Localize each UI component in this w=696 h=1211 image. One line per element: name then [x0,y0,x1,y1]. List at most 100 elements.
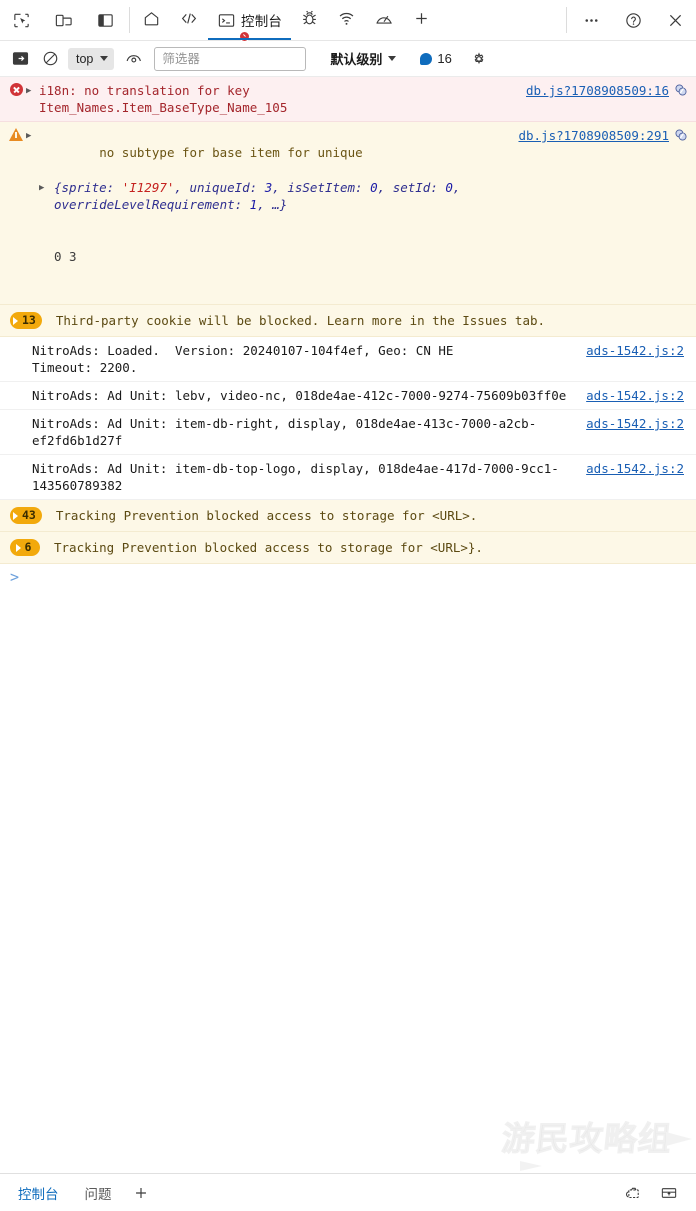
group-count-badge[interactable]: 13 [10,312,42,329]
warning-icon [6,127,26,141]
source-link[interactable]: ads-1542.js:2 [586,415,688,432]
source-link[interactable]: ads-1542.js:2 [586,387,688,404]
tab-network[interactable] [328,0,365,40]
expand-arrow-icon[interactable]: ▶ [26,82,39,99]
performance-gauge-icon [374,9,394,31]
message-text: i18n: no translation for key Item_Names.… [39,83,288,115]
group-count-value: 13 [22,313,36,327]
message-text: Tracking Prevention blocked access to st… [55,508,478,523]
console-filter-toolbar: top 默认级别 16 [0,41,696,77]
source-map-icon[interactable] [674,83,688,101]
source-link-wrap-warn: db.js?1708908509:291 [518,127,688,146]
drawer-dock-icon[interactable] [656,1180,682,1206]
console-message-group[interactable]: 13 Third-party cookie will be blocked. L… [0,305,696,337]
message-text: NitroAds: Ad Unit: lebv, video-nc, 018de… [32,388,567,403]
group-count-badge[interactable]: 6 [10,539,40,556]
inspect-tools-group [0,0,126,40]
drawer-tab-issues-label: 问题 [84,1186,112,1202]
group-count-value: 43 [22,508,36,522]
elements-code-icon [179,9,199,31]
message-extra-line: 0 3 [54,249,77,264]
source-map-icon[interactable] [674,128,688,146]
object-expand-arrow-icon[interactable]: ▶ [39,179,50,196]
toolbar-divider-right [566,7,567,33]
console-icon [217,11,250,42]
tab-performance[interactable] [365,0,403,40]
message-text: NitroAds: Loaded. Version: 20240107-104f… [32,343,454,375]
drawer-tab-console-label: 控制台 [18,1186,59,1202]
prompt-caret-icon: > [10,567,20,586]
bug-icon [300,9,319,31]
drawer-add-tab-button[interactable] [126,1178,156,1208]
info-count-value: 16 [437,51,452,66]
more-options-icon[interactable] [570,0,612,40]
source-link-wrap: db.js?1708908509:16 [526,82,688,101]
source-link[interactable]: db.js?1708908509:291 [518,127,669,144]
source-link[interactable]: ads-1542.js:2 [586,460,688,477]
tabstrip-right-tools [563,0,696,40]
group-count-badge[interactable]: 43 [10,507,42,524]
message-text: Third-party cookie will be blocked. Lear… [55,313,546,328]
watermark-arrow-icon [520,1161,542,1171]
object-preview: {sprite: 'I1297', uniqueId: 3, isSetItem… [54,180,468,212]
group-expand-arrow-icon [13,316,18,325]
tab-sources[interactable] [291,0,328,40]
execution-context-select[interactable]: top [68,47,115,70]
group-expand-arrow-icon [13,511,18,520]
source-link[interactable]: ads-1542.js:2 [586,342,688,359]
watermark-text: 游民攻略组 [499,1119,675,1159]
live-expression-icon[interactable] [120,46,148,72]
console-message-info[interactable]: NitroAds: Loaded. Version: 20240107-104f… [0,337,696,382]
tab-console[interactable]: 控制台 [208,0,292,42]
console-prompt[interactable]: > [0,564,696,589]
toolbar-divider [129,7,130,33]
drawer-tabbar: 控制台 问题 [0,1173,696,1211]
message-text: no subtype for base item for unique [99,145,363,160]
tab-welcome[interactable] [133,0,170,40]
screenshot-capture-icon[interactable] [620,1180,646,1206]
source-link[interactable]: db.js?1708908509:16 [526,82,669,99]
group-expand-arrow-icon [15,543,21,552]
help-icon[interactable] [612,0,654,40]
info-bubble-icon [420,52,433,65]
console-message-group[interactable]: 43 Tracking Prevention blocked access to… [0,500,696,532]
console-message-group[interactable]: 6 Tracking Prevention blocked access to … [0,532,696,564]
drawer-tab-console[interactable]: 控制台 [6,1174,71,1211]
console-error-badge-icon [239,30,250,42]
close-icon[interactable] [654,0,696,40]
chevron-down-icon-level [388,56,397,61]
error-icon [6,82,26,96]
tab-elements[interactable] [170,0,208,40]
execution-context-value: top [76,51,94,66]
watermark: 游民攻略组 [499,1119,692,1171]
tab-console-label: 控制台 [241,14,283,29]
devtools-tabstrip: 控制台 [0,0,696,42]
console-message-info[interactable]: NitroAds: Ad Unit: item-db-right, displa… [0,410,696,455]
chevron-down-icon [100,56,109,61]
console-message-info[interactable]: NitroAds: Ad Unit: item-db-top-logo, dis… [0,455,696,500]
log-level-select[interactable]: 默认级别 [324,47,402,71]
network-wifi-icon [337,9,356,31]
console-sidebar-icon[interactable] [6,46,34,72]
clear-console-icon[interactable] [36,46,64,72]
expand-arrow-icon-warn[interactable]: ▶ [26,127,39,144]
plus-icon [412,9,431,31]
message-text: NitroAds: Ad Unit: item-db-right, displa… [32,416,537,448]
device-emulation-icon[interactable] [42,0,84,40]
console-message-error[interactable]: ▶ i18n: no translation for key Item_Name… [0,77,696,122]
console-message-list[interactable]: ▶ i18n: no translation for key Item_Name… [0,77,696,1173]
console-message-info[interactable]: NitroAds: Ad Unit: lebv, video-nc, 018de… [0,382,696,410]
devtools-window: 控制台 top 筛选器 默认级别 16 ▶ i18n: no translati… [0,0,696,1211]
filter-input[interactable] [154,46,307,71]
dock-side-icon[interactable] [84,0,126,40]
info-count-badge[interactable]: 16 [420,51,452,66]
gear-icon[interactable] [466,46,492,72]
message-text: NitroAds: Ad Unit: item-db-top-logo, dis… [32,461,559,493]
inspect-element-icon[interactable] [0,0,42,40]
drawer-tab-issues[interactable]: 问题 [73,1174,124,1211]
console-message-warning[interactable]: ▶ no subtype for base item for unique ▶ … [0,122,696,305]
group-count-value: 6 [24,540,32,554]
tab-more-panels[interactable] [403,0,440,40]
log-level-label: 默认级别 [330,52,383,67]
drawer-right-tools [620,1180,690,1206]
